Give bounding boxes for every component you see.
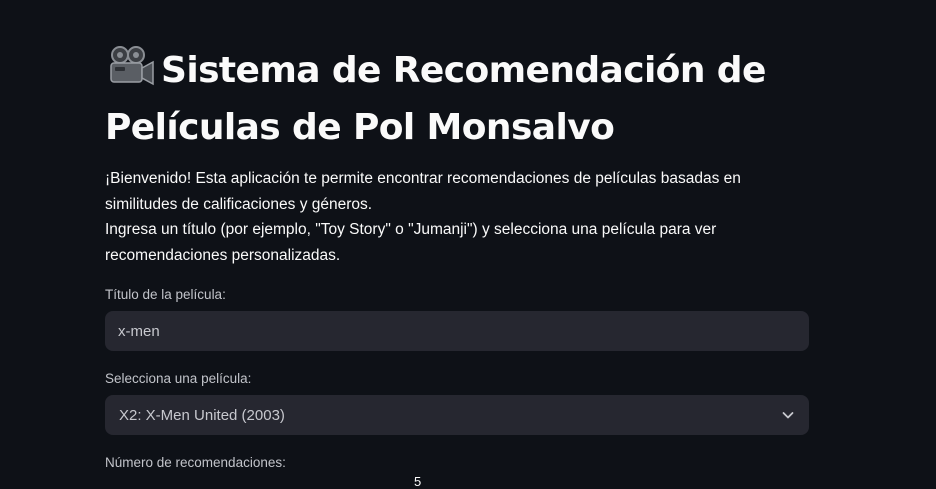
intro-paragraph-2: Ingresa un título (por ejemplo, "Toy Sto… (105, 221, 717, 264)
movie-select[interactable]: X2: X-Men United (2003) (105, 395, 809, 435)
page-title-text: Sistema de Recomendación de Películas de… (105, 50, 766, 148)
title-field-label: Título de la película: (105, 287, 226, 302)
intro-paragraph-1: ¡Bienvenido! Esta aplicación te permite … (105, 170, 741, 213)
movie-camera-icon (105, 46, 155, 101)
page-title: Sistema de Recomendación de Películas de… (105, 44, 825, 154)
movie-select-value: X2: X-Men United (2003) (119, 406, 285, 424)
intro-text: ¡Bienvenido! Esta aplicación te permite … (105, 166, 809, 268)
recommendations-slider-value: 5 (414, 474, 422, 489)
movie-title-input[interactable] (105, 311, 809, 351)
chevron-down-icon[interactable] (781, 408, 795, 422)
movie-select-label: Selecciona una película: (105, 371, 252, 386)
recommendations-label: Número de recomendaciones: (105, 455, 286, 470)
